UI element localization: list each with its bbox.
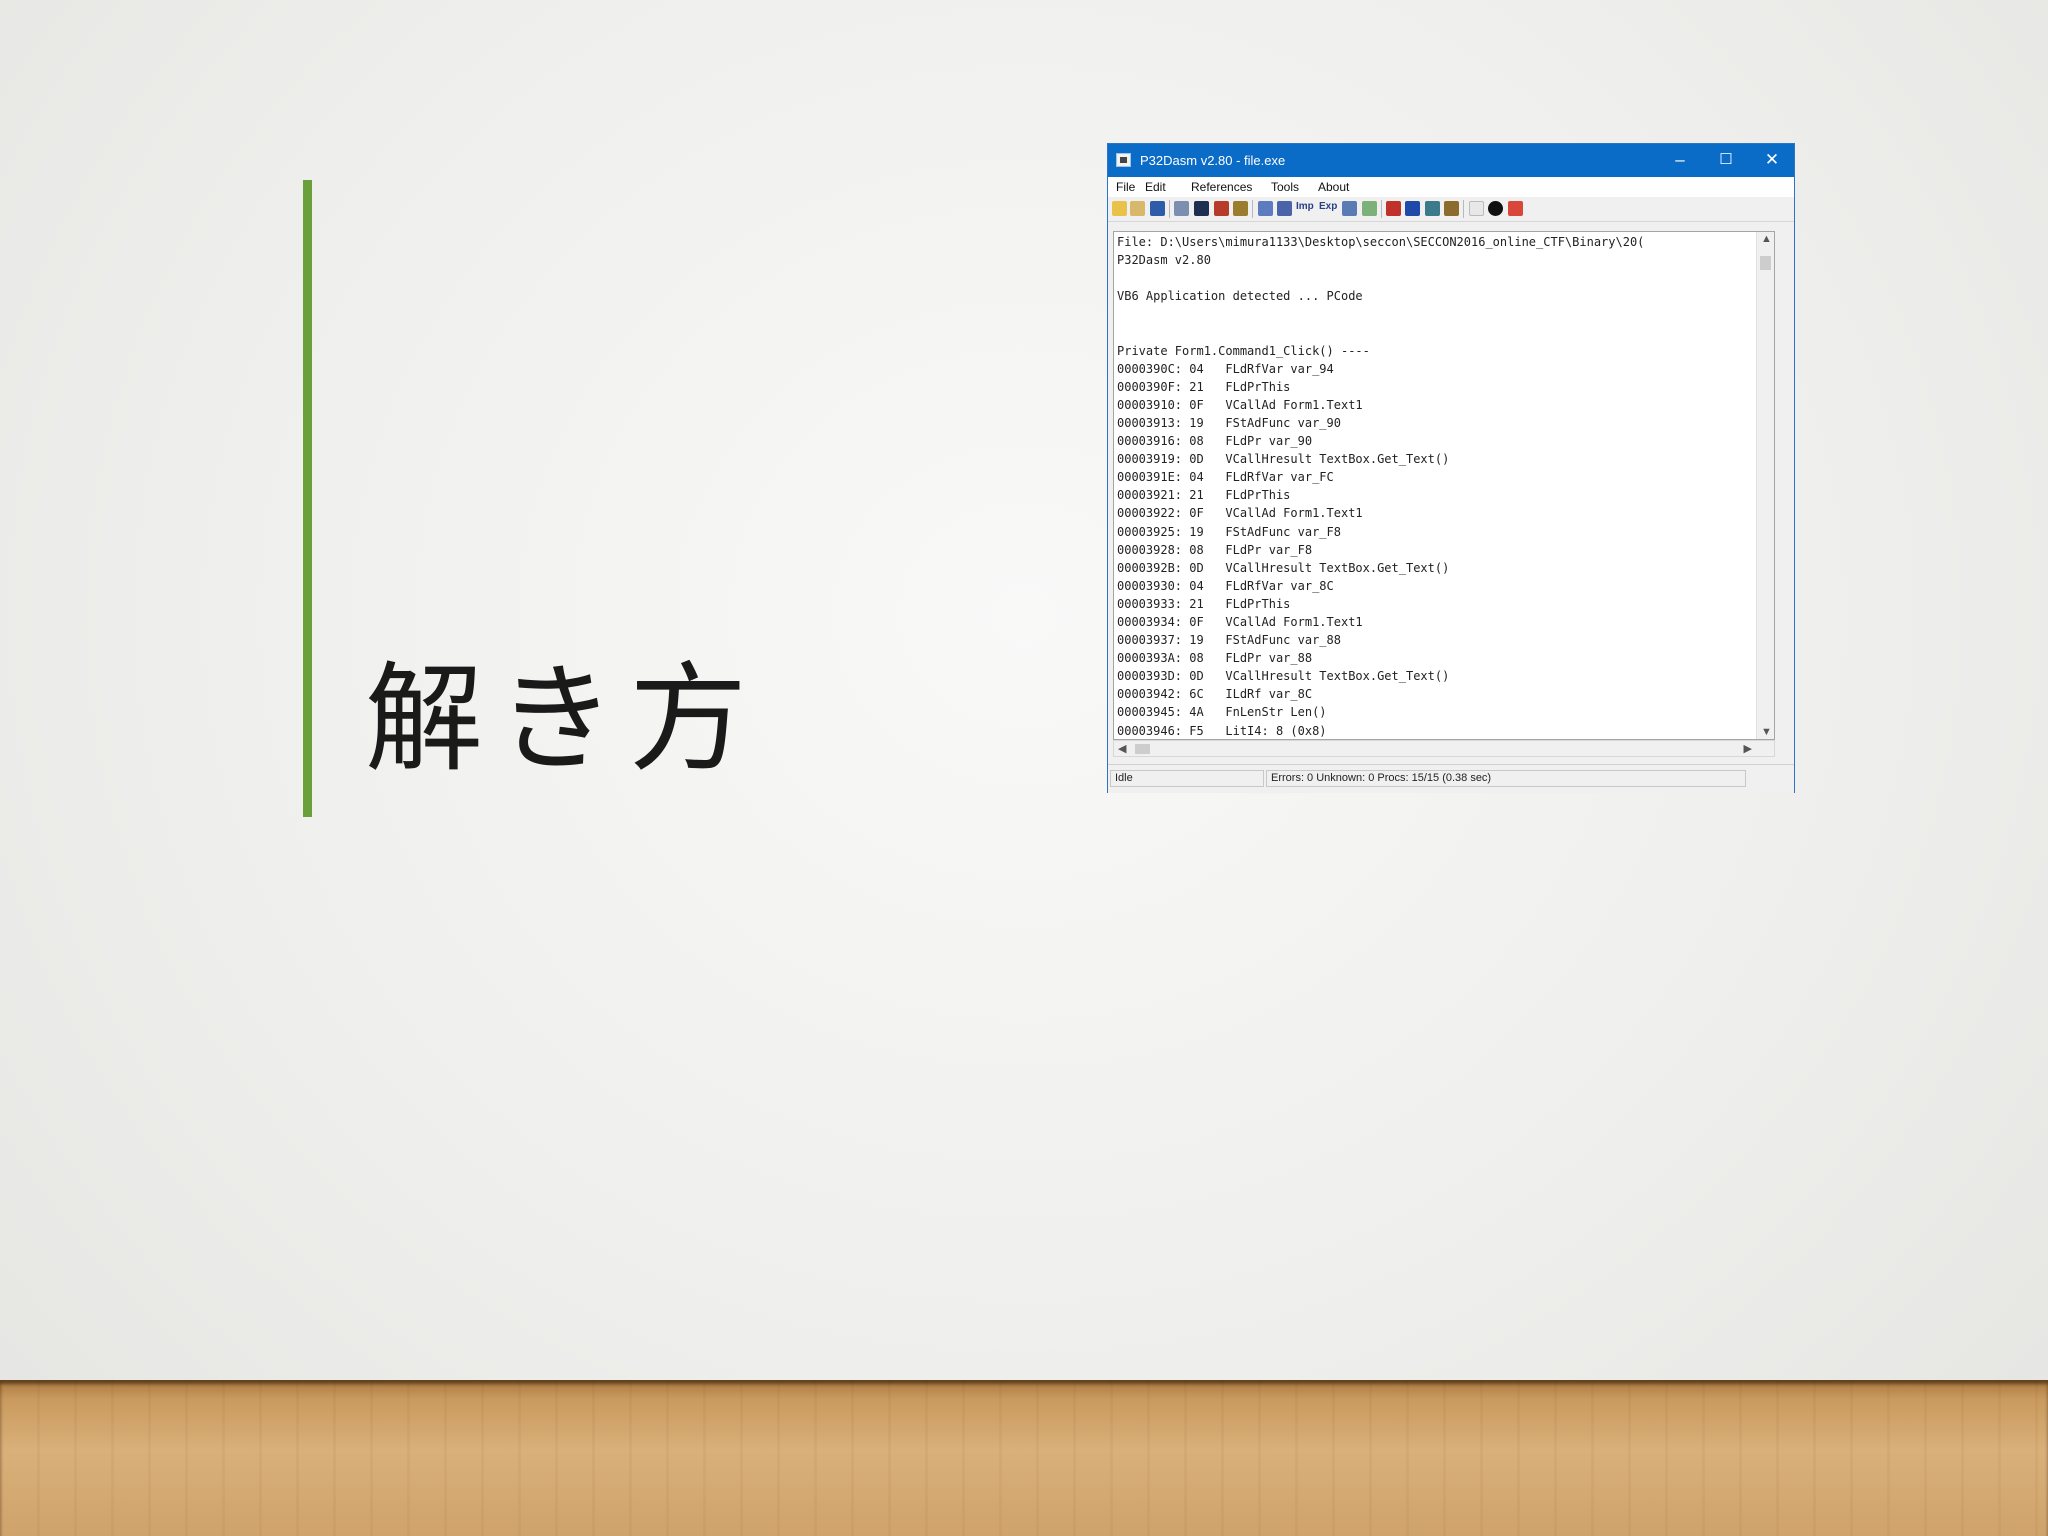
menu-edit[interactable]: Edit: [1145, 180, 1166, 194]
code-line: 00003921: 21 FLdPrThis: [1117, 488, 1291, 503]
code-line: 00003930: 04 FLdRfVar var_8C: [1117, 578, 1334, 593]
code-line: 00003919: 0D VCallHresult TextBox.Get_Te…: [1117, 452, 1450, 467]
code-line: 0000392B: 0D VCallHresult TextBox.Get_Te…: [1117, 560, 1450, 575]
code-line: 00003928: 08 FLdPr var_F8: [1117, 542, 1313, 557]
arrow-icon[interactable]: [1362, 201, 1377, 216]
tree-icon[interactable]: [1258, 201, 1273, 216]
info-icon[interactable]: [1488, 201, 1503, 216]
slide-title: 解き方: [365, 650, 762, 788]
code-line: 00003913: 19 FStAdFunc var_90: [1117, 415, 1341, 430]
code-line: 00003942: 6C ILdRf var_8C: [1117, 687, 1313, 702]
scroll-up-icon[interactable]: ▲: [1761, 233, 1772, 245]
table-icon[interactable]: [1342, 201, 1357, 216]
jump-icon[interactable]: [1386, 201, 1401, 216]
hand-icon[interactable]: [1444, 201, 1459, 216]
title-bar[interactable]: P32Dasm v2.80 - file.exe – ☐ ✕: [1108, 144, 1794, 177]
vertical-scroll-thumb[interactable]: [1760, 256, 1771, 270]
disassembly-view[interactable]: File: D:\Users\mimura1133\Desktop\seccon…: [1113, 231, 1775, 740]
disassembly-text: File: D:\Users\mimura1133\Desktop\seccon…: [1117, 233, 1757, 739]
bug-icon[interactable]: [1214, 201, 1229, 216]
code-line: File: D:\Users\mimura1133\Desktop\seccon…: [1117, 235, 1645, 249]
status-state: Idle: [1110, 770, 1264, 787]
code-line: 00003934: 0F VCallAd Form1.Text1: [1117, 614, 1363, 629]
status-summary: Errors: 0 Unknown: 0 Procs: 15/15 (0.38 …: [1266, 770, 1746, 787]
block-icon[interactable]: [1405, 201, 1420, 216]
menu-about[interactable]: About: [1318, 180, 1349, 194]
wood-floor: [0, 1380, 2048, 1536]
menu-bar: File Edit References Tools About: [1108, 177, 1794, 197]
copy-icon[interactable]: [1174, 201, 1189, 216]
page-icon[interactable]: [1469, 201, 1484, 216]
maximize-button[interactable]: ☐: [1703, 144, 1749, 177]
p32dasm-window: P32Dasm v2.80 - file.exe – ☐ ✕ File Edit…: [1107, 143, 1795, 793]
horizontal-scrollbar[interactable]: ◀ ▶: [1113, 740, 1775, 757]
code-line: 0000393D: 0D VCallHresult TextBox.Get_Te…: [1117, 669, 1450, 684]
code-line: 00003946: F5 LitI4: 8 (0x8): [1117, 723, 1327, 738]
code-line: VB6 Application detected ... PCode: [1117, 289, 1363, 304]
code-line: 0000390C: 04 FLdRfVar var_94: [1117, 361, 1334, 376]
code-line: 00003925: 19 FStAdFunc var_F8: [1117, 524, 1341, 539]
vertical-scrollbar[interactable]: ▲ ▼: [1756, 232, 1774, 739]
code-line: P32Dasm v2.80: [1117, 253, 1211, 268]
close-button[interactable]: ✕: [1749, 144, 1795, 177]
code-line: Private Form1.Command1_Click() ----: [1117, 343, 1370, 358]
horizontal-scroll-thumb[interactable]: [1135, 744, 1150, 754]
export-icon[interactable]: [1130, 201, 1145, 216]
code-line: 00003916: 08 FLdPr var_90: [1117, 434, 1313, 449]
save-icon[interactable]: [1150, 201, 1165, 216]
code-line: 0000391E: 04 FLdRfVar var_FC: [1117, 470, 1334, 485]
window-title: P32Dasm v2.80 - file.exe: [1140, 153, 1286, 168]
code-line: 00003910: 0F VCallAd Form1.Text1: [1117, 397, 1363, 412]
code-line: 00003937: 19 FStAdFunc var_88: [1117, 633, 1341, 648]
minimize-button[interactable]: –: [1657, 144, 1703, 177]
toolbar: Imp Exp: [1108, 197, 1794, 222]
scroll-down-icon[interactable]: ▼: [1761, 726, 1772, 738]
open-folder-icon[interactable]: [1112, 201, 1127, 216]
imports-icon[interactable]: Imp: [1296, 201, 1316, 216]
scroll-right-icon[interactable]: ▶: [1744, 742, 1752, 755]
app-icon: [1116, 153, 1131, 167]
code-line: 0000390F: 21 FLdPrThis: [1117, 379, 1291, 394]
code-line: 00003945: 4A FnLenStr Len(): [1117, 705, 1327, 720]
settings-icon[interactable]: [1233, 201, 1248, 216]
filter-icon[interactable]: [1277, 201, 1292, 216]
find-icon[interactable]: [1194, 201, 1209, 216]
exports-icon[interactable]: Exp: [1319, 201, 1339, 216]
image-icon[interactable]: [1425, 201, 1440, 216]
accent-bar: [303, 180, 312, 817]
code-line: 0000393A: 08 FLdPr var_88: [1117, 651, 1313, 666]
status-bar: Idle Errors: 0 Unknown: 0 Procs: 15/15 (…: [1108, 764, 1794, 793]
code-line: 00003922: 0F VCallAd Form1.Text1: [1117, 506, 1363, 521]
menu-references[interactable]: References: [1191, 180, 1252, 194]
menu-tools[interactable]: Tools: [1271, 180, 1299, 194]
scroll-left-icon[interactable]: ◀: [1118, 742, 1126, 755]
code-line: 00003933: 21 FLdPrThis: [1117, 596, 1291, 611]
menu-file[interactable]: File: [1116, 180, 1135, 194]
exit-icon[interactable]: [1508, 201, 1523, 216]
